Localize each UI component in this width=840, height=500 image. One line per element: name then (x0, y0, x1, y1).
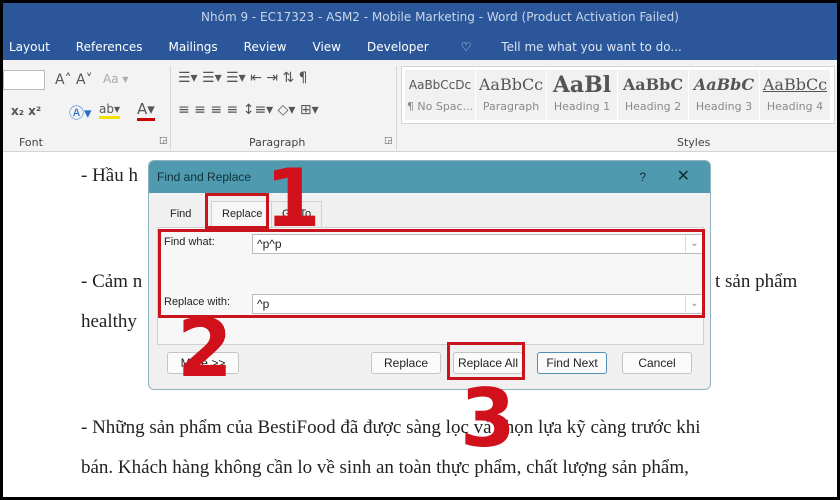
ribbon: A˄ A˅ Aa ▾ x₂ x² Ⓐ▾ ab▾ A▾ Font ◲ ☰▾ ☰▾ … (3, 60, 837, 152)
font-group-label: Font (19, 136, 43, 149)
tab-layout[interactable]: Layout (9, 40, 50, 54)
font-dialog-launcher-icon[interactable]: ◲ (159, 136, 168, 146)
annotation-step-1: 1 (265, 152, 321, 245)
tell-me-text: Tell me what you want to do... (501, 39, 682, 54)
dialog-title-bar: Find and Replace ? ✕ (149, 161, 710, 193)
doc-line: healthy (81, 311, 137, 332)
annotation-step-2: 2 (177, 302, 233, 395)
style-heading-2[interactable]: AaBbC Heading 2 (618, 70, 688, 120)
highlight-fields (158, 229, 705, 318)
tab-mailings[interactable]: Mailings (168, 40, 217, 54)
tell-me-search[interactable]: ♡ Tell me what you want to do... (455, 40, 702, 54)
word-window: Nhóm 9 - EC17323 - ASM2 - Mobile Marketi… (3, 3, 837, 497)
help-icon[interactable]: ? (639, 161, 646, 193)
tab-view[interactable]: View (313, 40, 341, 54)
style-paragraph[interactable]: AaBbCc Paragraph (476, 70, 546, 120)
doc-line: - Hầu h (81, 165, 138, 186)
replace-button[interactable]: Replace (371, 352, 441, 374)
bullets-icon[interactable]: ☰▾ ☰▾ ☰▾ ⇤ ⇥ ⇅ ¶ (178, 70, 308, 86)
highlight-replace-tab (205, 193, 269, 229)
grow-font-icon[interactable]: A˄ A˅ (55, 72, 93, 88)
text-effects-icon[interactable]: Ⓐ▾ (69, 102, 92, 123)
tab-references[interactable]: References (76, 40, 143, 54)
style-no-spacing[interactable]: AaBbCcDc ¶ No Spac... (405, 70, 475, 120)
style-heading-1[interactable]: AaBl Heading 1 (547, 70, 617, 120)
paragraph-dialog-launcher-icon[interactable]: ◲ (384, 136, 393, 146)
paragraph-group-label: Paragraph (249, 136, 306, 149)
doc-line: - Những sản phẩm của BestiFood đã được s… (81, 417, 701, 438)
font-color-icon[interactable]: A▾ (137, 100, 155, 121)
dialog-title: Find and Replace (157, 170, 252, 184)
font-size-select[interactable] (3, 70, 45, 90)
find-next-button[interactable]: Find Next (537, 352, 607, 374)
style-heading-3[interactable]: AaBbC Heading 3 (689, 70, 759, 120)
title-bar: Nhóm 9 - EC17323 - ASM2 - Mobile Marketi… (3, 3, 837, 33)
doc-line: bán. Khách hàng không cần lo về sinh an … (81, 457, 689, 478)
annotation-step-3: 3 (460, 372, 516, 465)
divider (170, 66, 171, 150)
tab-developer[interactable]: Developer (367, 40, 429, 54)
cancel-button[interactable]: Cancel (622, 352, 692, 374)
tab-review[interactable]: Review (244, 40, 287, 54)
highlight-icon[interactable]: ab▾ (99, 102, 120, 119)
ribbon-tabs: Layout References Mailings Review View D… (3, 33, 837, 60)
change-case-icon[interactable]: Aa ▾ (103, 72, 128, 86)
styles-gallery: AaBbCcDc ¶ No Spac... AaBbCc Paragraph AaB… (401, 66, 835, 124)
style-heading-4[interactable]: AaBbCc Heading 4 (760, 70, 830, 120)
close-icon[interactable]: ✕ (677, 161, 690, 193)
subscript-icon[interactable]: x₂ x² (11, 104, 41, 118)
doc-line: t sản phẩm (715, 271, 798, 292)
tab-find[interactable]: Find (159, 201, 203, 227)
lightbulb-icon: ♡ (460, 39, 476, 54)
divider (396, 66, 397, 150)
styles-group-label: Styles (677, 136, 711, 149)
doc-line: - Cảm n (81, 271, 143, 292)
align-icons[interactable]: ≡ ≡ ≡ ≡ ↕≡▾ ◇▾ ⊞▾ (178, 102, 319, 118)
